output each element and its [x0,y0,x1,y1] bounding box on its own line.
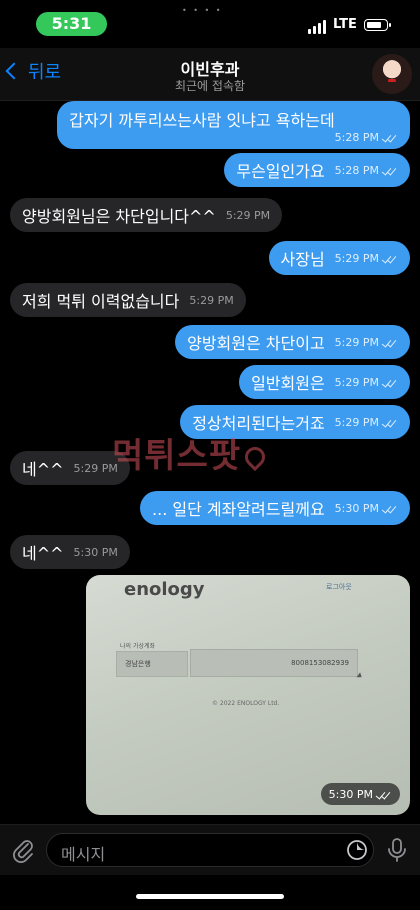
photo-section-label: 나의 가상계좌 [120,643,156,650]
message-placeholder: 메시지 [61,845,106,864]
network-label: LTE [333,17,357,32]
message-time: 5:29 PM [335,376,398,389]
microphone-icon[interactable] [386,837,408,863]
message-text: 네^^ [22,460,64,479]
outgoing-message[interactable]: 일반회원은 5:29 PM [239,365,410,399]
signal-icon [308,20,328,34]
outgoing-message[interactable]: ... 일단 계좌알려드릴께요 5:30 PM [140,491,410,525]
outgoing-message[interactable]: 무슨일인가요 5:28 PM [224,153,410,187]
incoming-message[interactable]: 저희 먹튀 이력없습니다 5:29 PM [10,283,246,317]
sticker-icon[interactable] [346,839,368,861]
message-time: 5:29 PM [335,416,398,429]
chat-header: 뒤로 이빈후과 최근에 접속함 [0,48,420,101]
read-checks-icon [381,337,398,348]
message-text: 갑자기 까투리쓰는사람 잇냐고 욕하는데 [69,110,335,130]
message-text: 양방회원은 차단이고 [187,334,325,353]
photo-bank: 경남은행 [125,660,151,668]
photo-message[interactable]: enology 로그아웃 나의 가상계좌 경남은행 8008153082939 … [86,575,410,815]
message-time: 5:28 PM [335,131,398,144]
message-text: 저희 먹튀 이력없습니다 [22,292,180,311]
status-dots: • • • • [182,6,223,15]
message-text: 사장님 [280,250,325,269]
contact-status: 최근에 접속함 [174,79,246,93]
outgoing-message[interactable]: 양방회원은 차단이고 5:29 PM [175,325,410,359]
message-time: 5:30 PM [73,545,118,559]
message-time: 5:30 PM [335,502,398,515]
message-text: 양방회원님은 차단입니다^^ [22,207,216,226]
message-text: 네^^ [22,544,64,563]
incoming-message[interactable]: 네^^ 5:30 PM [10,535,130,569]
read-checks-icon [381,253,398,264]
avatar[interactable] [372,54,412,94]
read-checks-icon [375,789,392,800]
photo-timestamp: 5:30 PM [320,783,400,805]
photo-account-number: 8008153082939 [291,659,349,667]
photo-logout: 로그아웃 [326,583,352,591]
message-time: 5:29 PM [189,293,234,307]
read-checks-icon [381,377,398,388]
message-time: 5:29 PM [225,208,271,222]
paperclip-icon[interactable] [12,837,34,863]
mouse-cursor-icon [356,672,364,680]
read-checks-icon [381,165,398,176]
photo-account-box: 8008153082939 [190,649,358,677]
battery-icon [364,19,391,31]
read-checks-icon [381,132,398,143]
composer-bar: 메시지 [0,824,420,875]
message-text: ... 일단 계좌알려드릴께요 [152,500,325,519]
outgoing-message[interactable]: 갑자기 까투리쓰는사람 잇냐고 욕하는데 5:28 PM [57,101,410,149]
read-checks-icon [381,503,398,514]
message-time: 5:28 PM [335,164,398,177]
message-time: 5:29 PM [335,252,398,265]
status-time: 5:31 [36,12,107,36]
photo-copyright: © 2022 ENOLOGY Ltd. [212,700,280,707]
home-indicator [136,894,284,899]
message-text: 일반회원은 [251,374,325,393]
photo-brand: enology [124,579,205,600]
message-input[interactable]: 메시지 [46,833,374,867]
message-time: 5:29 PM [335,336,398,349]
watermark: 먹튀스팟 [112,428,270,477]
outgoing-message[interactable]: 사장님 5:29 PM [268,241,410,275]
message-text: 무슨일인가요 [236,162,325,181]
status-bar: 5:31 • • • • LTE [0,0,420,48]
incoming-message[interactable]: 양방회원님은 차단입니다^^ 5:29 PM [10,198,283,232]
photo-bank-box: 경남은행 [116,651,188,677]
read-checks-icon [381,417,398,428]
